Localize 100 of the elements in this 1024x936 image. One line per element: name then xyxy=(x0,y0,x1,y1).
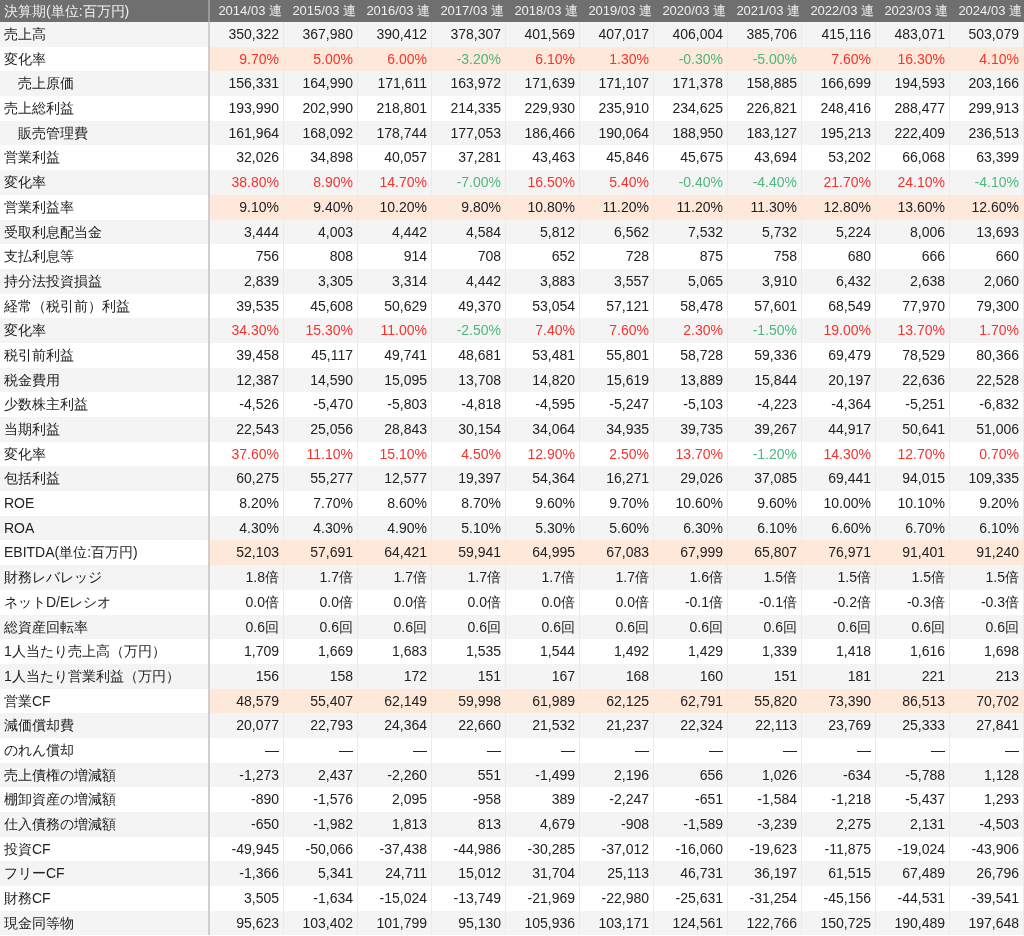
table-cell: 6.10% xyxy=(506,46,580,72)
table-cell: -908 xyxy=(580,812,654,837)
row-label: 仕入債務の増減額 xyxy=(0,812,210,837)
table-cell: 91,401 xyxy=(876,540,950,566)
table-cell: 171,639 xyxy=(506,71,580,97)
table-cell: 813 xyxy=(432,812,506,837)
table-cell: 10.80% xyxy=(506,194,580,220)
table-cell: 10.20% xyxy=(358,194,432,220)
table-cell: 67,999 xyxy=(654,540,728,566)
table-cell: -0.40% xyxy=(654,170,728,195)
table-cell: 0.6回 xyxy=(950,614,1024,640)
table-cell: 62,791 xyxy=(654,688,728,714)
row-label: 減価償却費 xyxy=(0,713,210,738)
table-cell: -2.50% xyxy=(432,318,506,343)
table-cell: 30,154 xyxy=(432,417,506,442)
table-cell: 64,995 xyxy=(506,540,580,566)
table-cell: 60,275 xyxy=(210,466,284,492)
table-cell: 55,277 xyxy=(284,466,358,492)
table-cell: 8,006 xyxy=(876,219,950,245)
column-header: 2019/03 連 xyxy=(587,2,653,20)
table-cell: 7.60% xyxy=(802,46,876,72)
table-cell: 163,972 xyxy=(432,71,506,97)
table-cell: -0.30% xyxy=(654,46,728,72)
table-cell: 194,593 xyxy=(876,71,950,97)
table-cell: 9.40% xyxy=(284,194,358,220)
table-cell: 390,412 xyxy=(358,22,432,47)
table-cell: 12,577 xyxy=(358,466,432,492)
table-cell: 23,769 xyxy=(802,713,876,738)
table-cell: 0.6回 xyxy=(358,614,432,640)
table-cell: 5.40% xyxy=(580,170,654,195)
column-header: 2018/03 連 xyxy=(513,2,579,20)
table-cell: 4,679 xyxy=(506,812,580,837)
table-cell: 5.60% xyxy=(580,515,654,541)
table-cell: 415,116 xyxy=(802,22,876,47)
table-cell: -650 xyxy=(210,812,284,837)
table-cell: 213 xyxy=(950,663,1024,689)
table-cell: 483,071 xyxy=(876,22,950,47)
table-cell: 13.70% xyxy=(876,318,950,343)
table-cell: 59,941 xyxy=(432,540,506,566)
table-cell: 5,224 xyxy=(802,219,876,245)
table-cell: 171,611 xyxy=(358,71,432,97)
table-cell: -634 xyxy=(802,762,876,788)
table-cell: 109,335 xyxy=(950,466,1024,492)
table-cell: 5,341 xyxy=(284,861,358,887)
table-cell: 15,095 xyxy=(358,367,432,393)
table-cell: 22,793 xyxy=(284,713,358,738)
table-cell: 9.10% xyxy=(210,194,284,220)
table-cell: 39,735 xyxy=(654,417,728,442)
table-cell: 3,910 xyxy=(728,268,802,294)
table-cell: 1.8倍 xyxy=(210,565,284,590)
table-cell: -7.00% xyxy=(432,170,506,195)
table-cell: 0.6回 xyxy=(210,614,284,640)
table-cell: -1,366 xyxy=(210,861,284,887)
table-cell: 164,990 xyxy=(284,71,358,97)
table-cell: 166,699 xyxy=(802,71,876,97)
table-cell: 1,128 xyxy=(950,762,1024,788)
table-cell: 156 xyxy=(210,663,284,689)
table-cell: 203,166 xyxy=(950,71,1024,97)
row-label: 売上高 xyxy=(0,22,210,47)
table-cell: 0.6回 xyxy=(284,614,358,640)
table-cell: 95,130 xyxy=(432,910,506,936)
table-cell: 25,056 xyxy=(284,417,358,442)
table-cell: 188,950 xyxy=(654,120,728,146)
table-cell: 2,437 xyxy=(284,762,358,788)
table-cell: 15,844 xyxy=(728,367,802,393)
table-cell: 6.10% xyxy=(728,515,802,541)
table-cell: -1,273 xyxy=(210,762,284,788)
table-cell: 31,704 xyxy=(506,861,580,887)
column-header: 2015/03 連 xyxy=(291,2,357,20)
column-header: 2017/03 連 xyxy=(439,2,505,20)
table-cell: 1.7倍 xyxy=(580,565,654,590)
table-cell: 4,584 xyxy=(432,219,506,245)
table-cell: 95,623 xyxy=(210,910,284,936)
table-cell: 177,053 xyxy=(432,120,506,146)
table-cell: 1.7倍 xyxy=(358,565,432,590)
table-cell: 1.5倍 xyxy=(802,565,876,590)
table-cell: 3,883 xyxy=(506,268,580,294)
table-cell: 39,267 xyxy=(728,417,802,442)
table-cell: 16.50% xyxy=(506,170,580,195)
table-cell: 105,936 xyxy=(506,910,580,936)
row-label: フリーCF xyxy=(0,861,210,887)
table-cell: 12,387 xyxy=(210,367,284,393)
table-cell: 190,489 xyxy=(876,910,950,936)
row-label: 持分法投資損益 xyxy=(0,268,210,294)
table-cell: -3.20% xyxy=(432,46,506,72)
column-header: 2016/03 連 xyxy=(365,2,431,20)
table-cell: 73,390 xyxy=(802,688,876,714)
row-label: 売上原価 xyxy=(0,71,210,97)
table-cell: 22,543 xyxy=(210,417,284,442)
table-cell: -2,260 xyxy=(358,762,432,788)
table-cell: 19.00% xyxy=(802,318,876,343)
table-cell: 1,813 xyxy=(358,812,432,837)
table-cell: 15,619 xyxy=(580,367,654,393)
table-cell: 13,708 xyxy=(432,367,506,393)
table-cell: 25,113 xyxy=(580,861,654,887)
table-cell: 5.10% xyxy=(432,515,506,541)
table-cell: 9.70% xyxy=(210,46,284,72)
column-header: 2020/03 連 xyxy=(661,2,727,20)
table-cell: 27,841 xyxy=(950,713,1024,738)
table-cell: 195,213 xyxy=(802,120,876,146)
